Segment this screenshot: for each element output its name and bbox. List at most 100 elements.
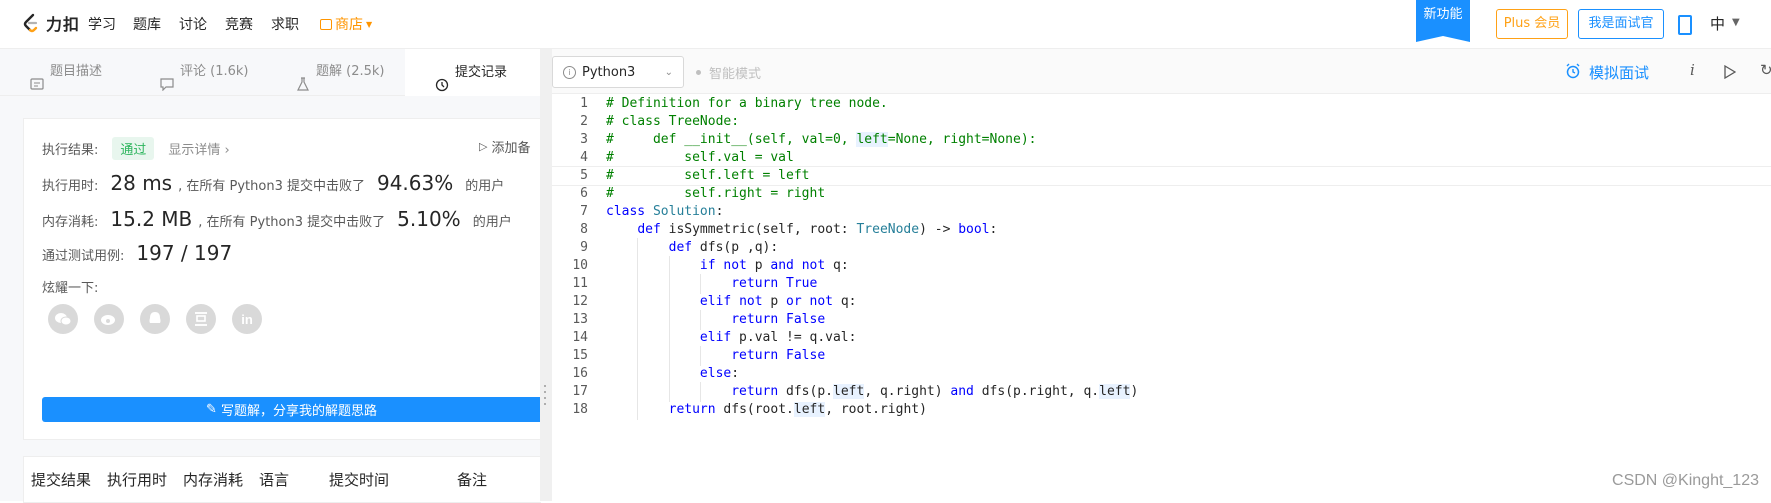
nav-link-jobs[interactable]: 求职 <box>271 14 299 34</box>
code-line[interactable]: 9 def dfs(p ,q): <box>552 238 1771 258</box>
mobile-icon[interactable] <box>1678 15 1692 35</box>
wechat-icon[interactable] <box>48 304 78 334</box>
code-line[interactable]: 12 elif not p or not q: <box>552 292 1771 312</box>
code-text: # Definition for a binary tree node. <box>606 96 888 111</box>
runtime-value: 28 ms <box>110 171 173 195</box>
code-text: else: <box>699 366 740 381</box>
code-line[interactable]: 13 return False <box>552 310 1771 330</box>
code-editor[interactable]: 1 # Definition for a binary tree node. 2 # … <box>552 94 1771 501</box>
caret-down-icon: ▼ <box>366 19 373 29</box>
memory-users: 的用户 <box>472 215 512 230</box>
shop-label: 商店 <box>335 17 363 33</box>
panel-splitter[interactable] <box>540 49 552 501</box>
top-nav: 力扣 学习 题库 讨论 竞赛 求职 商店 ▼ 新功能 Plus 会员 我是面试官… <box>0 0 1771 49</box>
memory-value: 15.2 MB <box>110 207 193 231</box>
flask-icon <box>296 65 310 91</box>
smart-mode-label: 智能模式 <box>709 67 762 82</box>
nav-link-shop[interactable]: 商店 ▼ <box>320 14 372 34</box>
line-number: 14 <box>572 330 588 345</box>
tab-description[interactable]: 题目描述 <box>30 49 130 95</box>
tab-submissions[interactable]: 提交记录 <box>405 49 540 96</box>
reset-icon[interactable]: ↻ <box>1760 61 1771 79</box>
info-icon[interactable]: i <box>1690 61 1695 79</box>
line-number: 1 <box>580 96 588 111</box>
language-select-value: Python3 <box>582 64 636 80</box>
col-note: 备注 <box>457 471 488 489</box>
douban-icon[interactable] <box>186 304 216 334</box>
interviewer-button[interactable]: 我是面试官 <box>1578 9 1664 39</box>
code-text: elif not p or not q: <box>699 294 857 309</box>
line-number: 16 <box>572 366 588 381</box>
qq-icon[interactable] <box>140 304 170 334</box>
col-time: 提交时间 <box>329 471 390 489</box>
code-line[interactable]: 17 return dfs(p.left, q.right) and dfs(p… <box>552 382 1771 402</box>
code-text: # class TreeNode: <box>606 114 740 129</box>
line-number: 10 <box>572 258 588 273</box>
comment-icon <box>160 65 174 92</box>
add-note-button[interactable]: ▷ 添加备 <box>479 137 530 156</box>
smart-mode-toggle[interactable]: 智能模式 <box>696 63 761 82</box>
nav-link-contest[interactable]: 竞赛 <box>225 14 253 34</box>
runtime-row: 执行用时: 28 ms , 在所有 Python3 提交中击败了 94.63% … <box>42 171 504 195</box>
code-text: # self.right = right <box>606 186 826 201</box>
code-text: elif p.val != q.val: <box>699 330 857 345</box>
code-line[interactable]: 7 class Solution: <box>552 202 1771 222</box>
run-icon[interactable] <box>1724 64 1737 83</box>
col-memory: 内存消耗 <box>183 471 244 489</box>
weibo-icon[interactable] <box>94 304 124 334</box>
line-number: 8 <box>580 222 588 237</box>
code-line[interactable]: 2 # class TreeNode: <box>552 112 1771 132</box>
runtime-users: 的用户 <box>465 179 505 194</box>
code-text: return False <box>731 348 826 363</box>
code-line[interactable]: 6 # self.right = right <box>552 184 1771 204</box>
nav-link-learn[interactable]: 学习 <box>88 14 116 34</box>
chevron-down-icon: ⌄ <box>664 66 673 78</box>
result-card: 执行结果: 通过 显示详情 › ▷ 添加备 执行用时: 28 ms , 在所有 … <box>23 118 541 440</box>
col-result: 提交结果 <box>31 471 92 489</box>
code-line[interactable]: 15 return False <box>552 346 1771 366</box>
clock-icon <box>435 66 449 91</box>
code-text: def isSymmetric(self, root: TreeNode) ->… <box>637 222 998 237</box>
code-line[interactable]: 1 # Definition for a binary tree node. <box>552 94 1771 114</box>
line-number: 6 <box>580 186 588 201</box>
write-solution-button[interactable]: ✎ 写题解，分享我的解题思路 <box>42 397 541 422</box>
submissions-table-header: 提交结果 执行用时 内存消耗 语言 提交时间 备注 <box>23 456 541 503</box>
code-line[interactable]: 5 # self.left = left <box>552 166 1771 186</box>
leetcode-logo-icon <box>20 12 42 34</box>
nav-link-discuss[interactable]: 讨论 <box>179 14 207 34</box>
chevron-down-icon: ▼ <box>1732 17 1740 28</box>
watermark: CSDN @Kinght_123 <box>1612 472 1759 489</box>
share-row: 炫耀一下: <box>42 277 98 296</box>
memory-percentile: 5.10% <box>397 207 461 231</box>
new-feature-badge[interactable]: 新功能 <box>1416 0 1470 42</box>
leetcode-logo[interactable]: 力扣 <box>20 11 80 35</box>
linkedin-icon[interactable]: in <box>232 304 262 334</box>
tab-solutions-label: 题解 (2.5k) <box>316 64 385 79</box>
tab-comments[interactable]: 评论 (1.6k) <box>160 49 280 95</box>
share-icons: in <box>48 304 262 334</box>
tab-solutions[interactable]: 题解 (2.5k) <box>296 49 406 95</box>
language-select[interactable]: i Python3 ⌄ <box>552 56 684 88</box>
code-line[interactable]: 11 return True <box>552 274 1771 294</box>
code-text: if not p and not q: <box>699 258 849 273</box>
pencil-icon: ✎ <box>206 402 217 417</box>
line-number: 17 <box>572 384 588 399</box>
left-tab-bar: 题目描述 评论 (1.6k) 题解 (2.5k) 提交记录 <box>0 49 540 96</box>
language-switch[interactable]: 中 <box>1710 13 1725 34</box>
code-line[interactable]: 8 def isSymmetric(self, root: TreeNode) … <box>552 220 1771 240</box>
code-line[interactable]: 10 if not p and not q: <box>552 256 1771 276</box>
plus-member-button[interactable]: Plus 会员 <box>1496 9 1568 39</box>
runtime-percentile: 94.63% <box>376 171 454 195</box>
mock-interview-button[interactable]: 模拟面试 <box>1565 62 1649 83</box>
code-text: return dfs(root.left, root.right) <box>668 402 927 417</box>
nav-link-problems[interactable]: 题库 <box>133 14 161 34</box>
line-number: 11 <box>572 276 588 291</box>
code-line[interactable]: 3 # def __init__(self, val=0, left=None, … <box>552 130 1771 150</box>
memory-row: 内存消耗: 15.2 MB , 在所有 Python3 提交中击败了 5.10%… <box>42 207 512 231</box>
line-number: 12 <box>572 294 588 309</box>
code-line[interactable]: 16 else: <box>552 364 1771 384</box>
code-line[interactable]: 18 return dfs(root.left, root.right) <box>552 400 1771 420</box>
code-line[interactable]: 14 elif p.val != q.val: <box>552 328 1771 348</box>
code-line[interactable]: 4 # self.val = val <box>552 148 1771 168</box>
show-details-link[interactable]: 显示详情 › <box>168 139 229 158</box>
